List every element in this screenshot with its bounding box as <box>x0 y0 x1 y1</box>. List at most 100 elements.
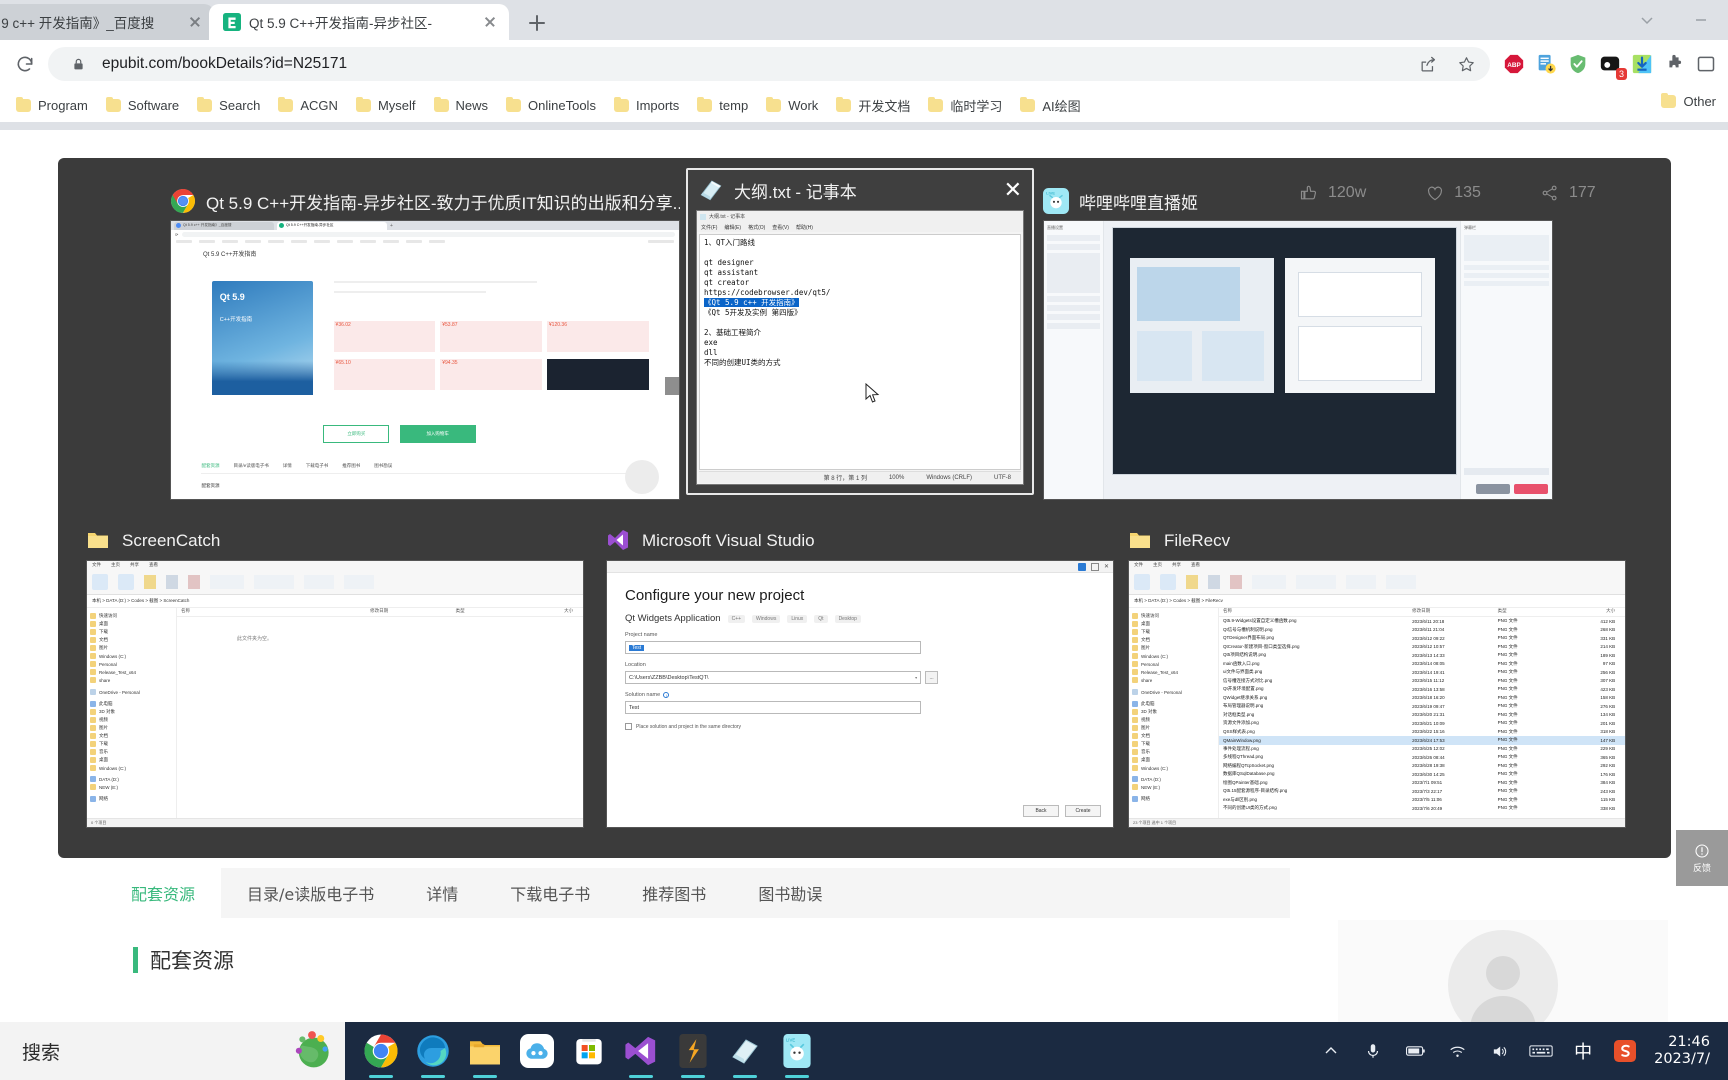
bookmark-imports[interactable]: Imports <box>606 95 687 116</box>
menu-help[interactable]: 帮助(H) <box>796 224 813 231</box>
dark-reader-icon[interactable]: 3 <box>1596 50 1627 80</box>
table-row[interactable]: 绘图QPainter基础.png 2023/7/1 09:51 PNG 文件 384 … <box>1219 779 1625 788</box>
table-row[interactable]: 数据库QSqlDatabase.png 2023/6/30 14:25 PNG 文件… <box>1219 770 1625 779</box>
tab-xiangqing[interactable]: 详情 <box>400 868 484 918</box>
taskbar-edge[interactable] <box>413 1029 453 1078</box>
table-row[interactable]: 资源文件添加.png 2023/6/21 10:09 PNG 文件 201 KB <box>1219 719 1625 728</box>
bookmark-onlinetools[interactable]: OnlineTools <box>498 95 604 116</box>
switcher-item-visualstudio[interactable]: Microsoft Visual Studio ✕ Configure your… <box>606 526 1114 828</box>
tab-mulu-ebook[interactable]: 目录/e读版电子书 <box>221 868 400 918</box>
table-row[interactable]: QtCreator-新建项目-窗口类型选择.png 2023/6/12 10:57… <box>1219 643 1625 652</box>
taskbar-baidu-netdisk[interactable] <box>517 1029 557 1073</box>
lock-icon[interactable] <box>64 50 92 78</box>
bookmark-myself[interactable]: Myself <box>348 95 424 116</box>
switcher-item-screencatch[interactable]: ScreenCatch 文件 主页 共享 查看 本机 > DATA (D:) >… <box>86 526 584 828</box>
close-icon[interactable] <box>481 13 499 31</box>
bookmark-software[interactable]: Software <box>98 95 187 116</box>
table-row[interactable]: Qt5.9-Widgets设置自定义槽函数.png 2023/6/11 20:18… <box>1219 617 1625 626</box>
switcher-item-notepad[interactable]: 大纲.txt - 记事本 ✕ 大纲.txt - 记事本 文件(F) 编辑(E) … <box>686 168 1034 495</box>
vs-location-input[interactable]: C:\Users\ZZBB\Desktop\TestQT\ ▾ <box>625 671 922 684</box>
thumb-chrome[interactable]: Qt 5.9 c++ 开发指南》_百度搜 Qt 5.9 C++开发指南-异步社区… <box>170 220 680 500</box>
table-row[interactable]: 多线程QThread.png 2023/6/26 08:44 PNG 文件 365 K… <box>1219 753 1625 762</box>
taskbar-file-explorer[interactable] <box>465 1029 505 1078</box>
tab-tushu-kanwu[interactable]: 图书勘误 <box>732 868 848 918</box>
bookmark-other[interactable]: Other <box>1653 91 1724 112</box>
tab-search-chevron-down-icon[interactable] <box>1620 0 1674 40</box>
menu-format[interactable]: 格式(O) <box>748 224 765 231</box>
download-helper-icon[interactable] <box>1532 50 1560 78</box>
vs-back-button[interactable]: Back <box>1023 805 1059 817</box>
vs-solution-name-input[interactable]: Test <box>625 701 922 714</box>
switcher-item-bilibili[interactable]: LIVE 哔哩哔哩直播姬 直播设置 弹幕栏 <box>1043 186 1553 500</box>
minimize-icon[interactable] <box>1674 0 1728 40</box>
table-row[interactable]: 事件处理流程.png 2023/6/25 12:02 PNG 文件 229 KB <box>1219 745 1625 754</box>
keyboard-icon[interactable] <box>1528 1038 1554 1064</box>
table-row[interactable]: Qt开发环境配置.png 2023/6/16 13:58 PNG 文件 423 KB <box>1219 685 1625 694</box>
thumb-visualstudio[interactable]: ✕ Configure your new project Qt Widgets … <box>606 560 1114 828</box>
taskbar-chrome[interactable] <box>361 1029 401 1078</box>
thumb-filerecv[interactable]: 文件 主页 共享 查看 本机 > DATA (D:) > Codes > 截图 … <box>1128 560 1626 828</box>
table-row[interactable]: Qt信号与槽机制说明.png 2023/6/11 21:04 PNG 文件 268 K… <box>1219 626 1625 635</box>
idm-download-icon[interactable] <box>1628 50 1656 78</box>
reload-button[interactable] <box>8 47 42 81</box>
menu-edit[interactable]: 编辑(E) <box>724 224 741 231</box>
thumb-screencatch[interactable]: 文件 主页 共享 查看 本机 > DATA (D:) > Codes > 截图 … <box>86 560 584 828</box>
puzzle-icon[interactable] <box>1660 50 1688 78</box>
table-row[interactable]: 不同的创建UI类的方式.png 2023/7/6 20:49 PNG 文件 338 K… <box>1219 804 1625 813</box>
clock[interactable]: 21:46 2023/7/ <box>1654 1034 1714 1069</box>
taskbar-search[interactable]: 搜索 <box>0 1022 345 1080</box>
sogou-input-icon[interactable] <box>1612 1038 1638 1064</box>
volume-icon[interactable] <box>1486 1038 1512 1064</box>
table-row[interactable]: QWidget继承关系.png 2023/6/18 16:20 PNG 文件 158 … <box>1219 694 1625 703</box>
close-icon[interactable] <box>186 13 204 31</box>
show-hidden-icons-button[interactable] <box>1318 1038 1344 1064</box>
feedback-float-button[interactable]: 反馈 <box>1676 830 1728 886</box>
table-row[interactable]: QMainWindow.png 2023/6/24 17:53 PNG 文件 147 … <box>1219 736 1625 745</box>
info-icon[interactable]: i <box>663 692 670 698</box>
table-row[interactable]: QSS样式表.png 2023/6/22 15:16 PNG 文件 318 KB <box>1219 728 1625 737</box>
star-icon[interactable] <box>1452 50 1480 78</box>
bookmark-acgn[interactable]: ACGN <box>270 95 346 116</box>
bookmark-linshixuexi[interactable]: 临时学习 <box>920 93 1010 118</box>
chevron-down-icon[interactable]: ▾ <box>915 675 917 680</box>
table-row[interactable]: QTDesigner界面布局.png 2023/6/12 09:22 PNG 文件 3… <box>1219 634 1625 643</box>
share-icon[interactable] <box>1414 50 1442 78</box>
tab-tuijian-tushu[interactable]: 推荐图书 <box>616 868 732 918</box>
switcher-item-filerecv[interactable]: FileRecv 文件 主页 共享 查看 本机 > DATA (D:) > Co… <box>1128 526 1626 828</box>
new-tab-button[interactable] <box>522 8 552 38</box>
thumb-bilibili[interactable]: 直播设置 弹幕栏 <box>1043 220 1553 500</box>
sidebar-icon[interactable] <box>1692 50 1720 78</box>
bookmark-temp[interactable]: temp <box>689 95 756 116</box>
table-row[interactable]: Qt5.15配套源程序-目录结构.png 2023/7/3 22:17 PNG 文件… <box>1219 787 1625 796</box>
taskbar-visual-studio[interactable] <box>621 1029 661 1078</box>
menu-file[interactable]: 文件(F) <box>701 224 717 231</box>
browser-tab-1[interactable]: 5.9 c++ 开发指南》_百度搜 <box>0 4 214 40</box>
vs-same-directory-checkbox[interactable]: Place solution and project in the same d… <box>625 723 1095 730</box>
bookmark-search[interactable]: Search <box>189 95 268 116</box>
table-row[interactable]: 布局管理器说明.png 2023/6/19 09:47 PNG 文件 276 KB <box>1219 702 1625 711</box>
vs-browse-button[interactable]: ... <box>925 671 939 684</box>
table-row[interactable]: 对话框类型.png 2023/6/20 21:31 PNG 文件 134 KB <box>1219 711 1625 720</box>
bookmark-aihuitu[interactable]: AI绘图 <box>1012 93 1088 118</box>
explorer-breadcrumb[interactable]: 本机 > DATA (D:) > Codes > 截图 > FileRecv <box>1129 595 1625 608</box>
table-row[interactable]: 信号槽连接方式对比.png 2023/6/15 11:12 PNG 文件 307 KB <box>1219 677 1625 686</box>
thumb-notepad[interactable]: 大纲.txt - 记事本 文件(F) 编辑(E) 格式(O) 查看(V) 帮助(… <box>696 210 1024 485</box>
explorer-file-list[interactable]: 名称 修改日期 类型 大小 Qt5.9-Widgets设置自定义槽函数.png 2023… <box>1219 608 1625 818</box>
explorer-tree[interactable]: 快速访问 桌面 下载 文档 图片 Windows (C:) Personal R… <box>1129 608 1219 818</box>
vs-create-button[interactable]: Create <box>1065 805 1101 817</box>
address-bar[interactable]: epubit.com/bookDetails?id=N25171 <box>48 47 1490 81</box>
explorer-file-list[interactable]: 名称 修改日期 类型 大小 此文件夹为空。 <box>177 608 583 818</box>
switcher-item-chrome[interactable]: Qt 5.9 C++开发指南-异步社区-致力于优质IT知识的出版和分享... Q… <box>170 186 680 500</box>
vs-project-name-input[interactable]: Test <box>625 641 922 654</box>
abp-icon[interactable]: ABP <box>1500 50 1528 78</box>
battery-icon[interactable] <box>1402 1038 1428 1064</box>
taskbar-microsoft-store[interactable] <box>569 1029 609 1073</box>
taskbar-notepad[interactable] <box>725 1029 765 1078</box>
microphone-icon[interactable] <box>1360 1038 1386 1064</box>
table-row[interactable]: ui文件与界面类.png 2023/6/14 19:41 PNG 文件 256 KB <box>1219 668 1625 677</box>
browser-tab-2[interactable]: Qt 5.9 C++开发指南-异步社区- <box>209 4 509 40</box>
taskbar-bilibili-live[interactable]: LIVE <box>777 1029 817 1078</box>
explorer-tree[interactable]: 快速访问 桌面 下载 文档 图片 Windows (C:) Personal R… <box>87 608 177 818</box>
table-row[interactable]: main函数入口.png 2023/6/14 08:05 PNG 文件 97 KB <box>1219 660 1625 669</box>
bookmark-program[interactable]: Program <box>8 95 96 116</box>
